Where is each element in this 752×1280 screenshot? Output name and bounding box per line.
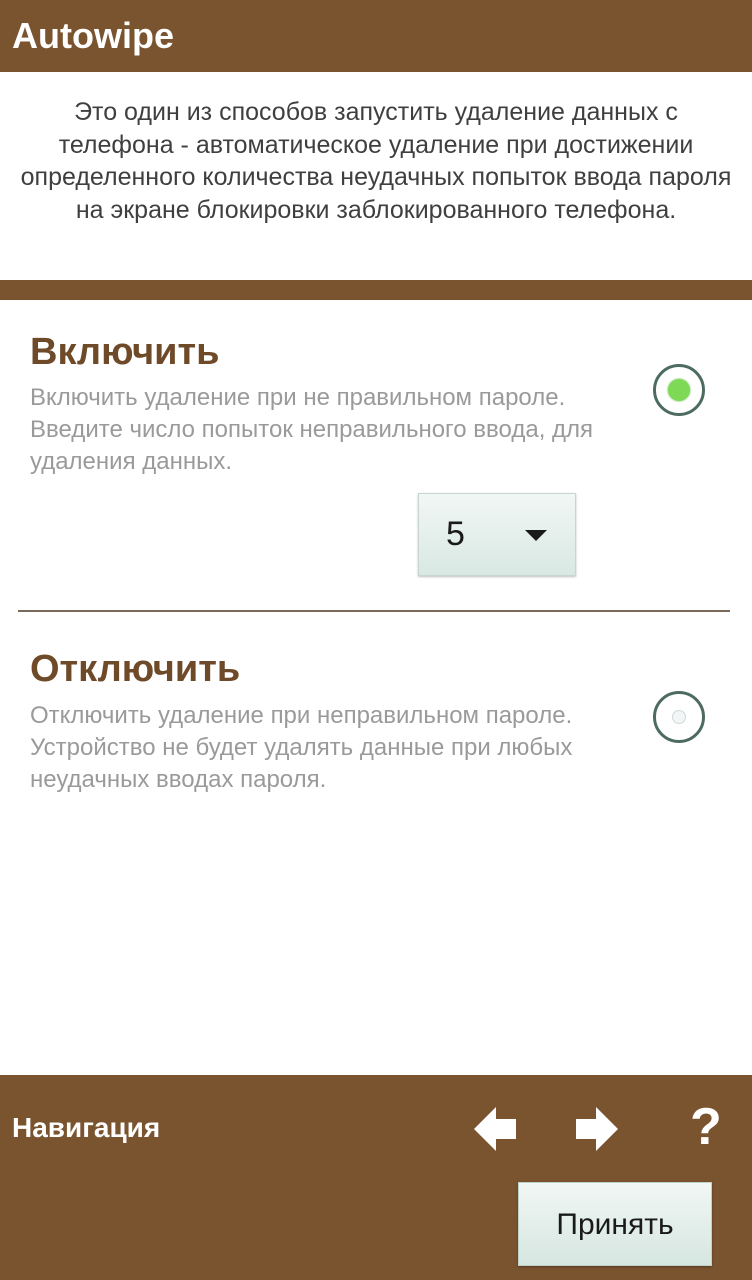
option-disable-title: Отключить bbox=[30, 648, 241, 690]
intro-panel: Это один из способов запустить удаление … bbox=[0, 72, 752, 280]
option-disable-radio[interactable] bbox=[653, 691, 705, 743]
radio-selected-dot bbox=[668, 379, 690, 401]
help-icon[interactable]: ? bbox=[690, 1097, 722, 1157]
accept-button[interactable]: Принять bbox=[518, 1182, 712, 1266]
option-disable-description: Отключить удаление при неправильном паро… bbox=[30, 702, 573, 793]
navigation-bar: Навигация ? Принять bbox=[0, 1075, 752, 1280]
attempts-dropdown[interactable]: 5 bbox=[418, 493, 576, 576]
app-header: Autowipe bbox=[0, 0, 752, 72]
option-enable-title: Включить bbox=[30, 331, 220, 373]
caret-down-icon bbox=[525, 530, 547, 541]
radio-unselected-dot bbox=[672, 710, 686, 724]
arrow-left-icon[interactable] bbox=[472, 1105, 518, 1153]
section-divider-strip bbox=[0, 280, 752, 300]
app-title: Autowipe bbox=[12, 15, 174, 56]
arrow-right-icon[interactable] bbox=[574, 1105, 620, 1153]
navigation-label: Навигация bbox=[12, 1112, 161, 1143]
option-enable-radio[interactable] bbox=[653, 364, 705, 416]
intro-text: Это один из способов запустить удаление … bbox=[20, 98, 732, 224]
attempts-value: 5 bbox=[446, 515, 465, 553]
option-enable-description: Включить удаление при не правильном паро… bbox=[30, 384, 594, 475]
options-divider bbox=[18, 610, 730, 612]
